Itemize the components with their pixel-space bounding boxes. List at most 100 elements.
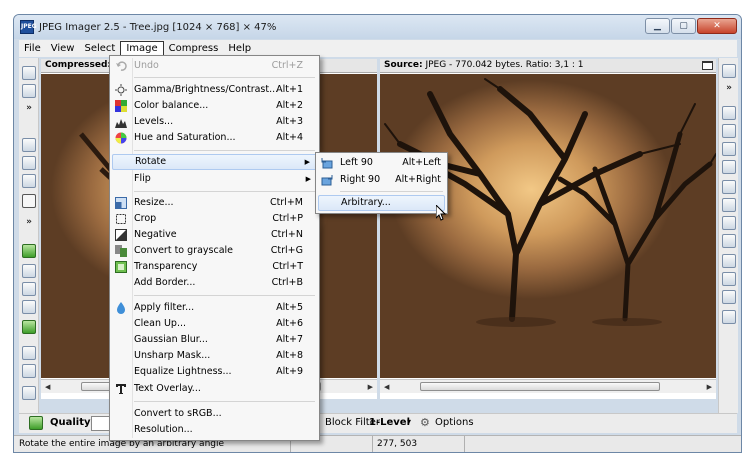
menu-levels[interactable]: Levels... Alt+3 [112,114,317,130]
menu-equalize-lightness[interactable]: Equalize Lightness... Alt+9 [112,364,317,380]
transparency-tool-icon[interactable] [722,272,736,286]
chevron-down-icon[interactable]: » [724,84,734,93]
menu-image[interactable]: Image [120,41,164,56]
menu-select[interactable]: Select [79,41,120,56]
compress-icon[interactable] [22,244,36,258]
menu-unsharp-mask[interactable]: Unsharp Mask... Alt+8 [112,348,317,364]
undo-icon [115,60,127,72]
block-icon[interactable] [22,264,36,278]
menu-resolution[interactable]: Resolution... [112,422,317,438]
source-pane-header: Source: JPEG - 770.042 bytes. Ratio: 3,1… [380,59,716,73]
flip-icon[interactable] [722,198,736,212]
menu-compress[interactable]: Compress [164,41,224,56]
resize-icon [115,197,127,209]
grayscale-tool-icon[interactable] [722,254,736,268]
window-title: JPEG Imager 2.5 - Tree.jpg [1024 × 768] … [39,21,277,33]
source-info: JPEG - 770.042 bytes. Ratio: 3,1 : 1 [425,60,584,70]
source-pane: Source: JPEG - 770.042 bytes. Ratio: 3,1… [380,59,716,399]
compress-now-icon[interactable] [29,416,43,430]
select-lasso-icon[interactable] [22,156,36,170]
source-hscrollbar[interactable]: ◀ ▶ [380,379,716,393]
source-image [380,74,716,378]
chroma-icon[interactable] [22,300,36,314]
right-toolbar: » [718,58,738,413]
menu-transparency[interactable]: Transparency Ctrl+T [112,259,317,275]
rotate-right-icon [321,174,333,186]
menu-apply-filter[interactable]: Apply filter... Alt+5 [112,300,317,316]
grayscale-icon [115,245,127,257]
menu-gaussian-blur[interactable]: Gaussian Blur... Alt+7 [112,332,317,348]
crop-icon [115,213,127,225]
chevron-down-icon[interactable]: » [24,218,34,227]
levels-tool-icon[interactable] [722,142,736,156]
select-rect-icon[interactable] [22,138,36,152]
menu-gamma-brightness-contrast[interactable]: Gamma/Brightness/Contrast... Alt+1 [112,82,317,98]
gear-icon[interactable]: ⚙ [420,416,430,429]
filter-icon [115,302,127,314]
chevron-down-icon[interactable]: » [24,104,34,113]
options-button[interactable]: Options [435,417,474,428]
menu-convert-srgb[interactable]: Convert to sRGB... [112,406,317,422]
close-button[interactable]: ✕ [697,18,737,34]
color-balance-icon [115,100,127,112]
cursor-coords: 277, 503 [377,439,418,449]
export-icon[interactable] [22,386,36,400]
mouse-cursor-icon [436,205,447,221]
hand-icon[interactable] [22,194,36,208]
resize-tool-icon[interactable] [722,234,736,248]
hue-saturation-icon [115,132,127,144]
adjust-icon[interactable] [722,290,736,304]
transparency-icon [115,261,127,273]
menu-resize[interactable]: Resize... Ctrl+M [112,195,317,211]
menu-undo[interactable]: Undo Ctrl+Z [112,58,317,74]
rotate-submenu: Left 90 Alt+Left Right 90 Alt+Right Arbitr… [315,152,448,214]
save-icon[interactable] [22,84,36,98]
rotate-icon[interactable] [722,180,736,194]
menu-color-balance[interactable]: Color balance... Alt+2 [112,98,317,114]
menu-crop[interactable]: Crop Ctrl+P [112,211,317,227]
menu-rotate-left-90[interactable]: Left 90 Alt+Left [318,155,445,171]
open-file-icon[interactable] [22,66,36,80]
menu-view[interactable]: View [46,41,80,56]
filter-tool-icon[interactable] [22,282,36,296]
gamma-icon[interactable] [722,106,736,120]
brightness-icon [115,84,127,96]
menu-help[interactable]: Help [223,41,256,56]
block-filter-select[interactable]: 1-Level [369,417,410,428]
border-icon [115,277,127,289]
title-bar[interactable]: JPEG JPEG Imager 2.5 - Tree.jpg [1024 × … [14,15,741,39]
balance-icon[interactable] [722,124,736,138]
menu-convert-grayscale[interactable]: Convert to grayscale Ctrl+G [112,243,317,259]
menu-negative[interactable]: Negative Ctrl+N [112,227,317,243]
source-title: Source: [384,60,423,70]
preview-icon[interactable] [22,320,36,334]
image-menu-dropdown: Undo Ctrl+Z Gamma/Brightness/Contrast... A… [109,55,320,441]
menu-flip[interactable]: Flip ▶ [112,171,317,187]
maximize-pane-icon[interactable] [702,61,713,70]
menu-file[interactable]: File [19,41,46,56]
chevron-down-icon[interactable]: ▾ [407,417,411,426]
menu-rotate[interactable]: Rotate ▶ [112,154,317,170]
negative-icon [115,229,127,241]
hue-icon[interactable] [722,160,736,174]
layout-icon[interactable] [722,64,736,78]
menu-rotate-right-90[interactable]: Right 90 Alt+Right [318,172,445,188]
trees-silhouette [384,78,716,327]
text-overlay-icon [115,383,127,395]
slider-icon[interactable] [722,310,736,324]
zoom-in-icon[interactable] [22,346,36,360]
levels-icon [115,116,127,128]
left-toolbar: » » [19,58,39,413]
menu-rotate-arbitrary[interactable]: Arbitrary... [318,195,445,211]
app-icon: JPEG [20,20,37,34]
crop-tool-icon[interactable] [722,216,736,230]
menu-text-overlay[interactable]: Text Overlay... [112,381,317,397]
pointer-icon[interactable] [22,174,36,188]
minimize-button[interactable]: ▁ [645,18,670,34]
menu-add-border[interactable]: Add Border... Ctrl+B [112,275,317,291]
menu-hue-saturation[interactable]: Hue and Saturation... Alt+4 [112,130,317,146]
menu-clean-up[interactable]: Clean Up... Alt+6 [112,316,317,332]
submenu-arrow-icon: ▶ [304,158,310,166]
maximize-button[interactable]: ▢ [671,18,696,34]
zoom-out-icon[interactable] [22,364,36,378]
